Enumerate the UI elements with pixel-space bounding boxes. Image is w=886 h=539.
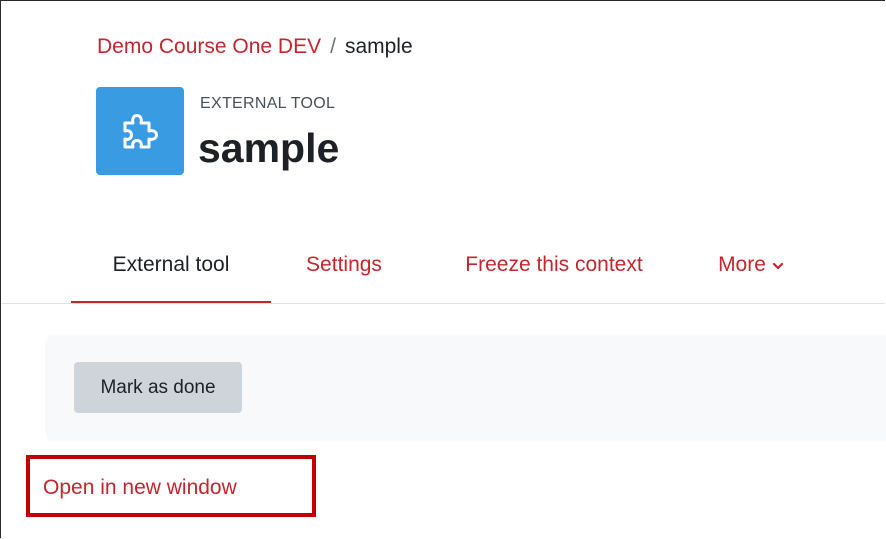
tab-more[interactable]: More	[691, 226, 811, 304]
breadcrumb-separator: /	[330, 35, 336, 58]
tab-external-tool[interactable]: External tool	[71, 226, 271, 304]
tabs-divider	[2, 303, 885, 304]
mark-as-done-button[interactable]: Mark as done	[74, 362, 242, 413]
tab-settings[interactable]: Settings	[271, 226, 417, 304]
puzzle-piece-icon	[123, 114, 158, 149]
tab-freeze-context[interactable]: Freeze this context	[417, 226, 691, 304]
secondary-navigation: External tool Settings Freeze this conte…	[71, 226, 811, 304]
activity-completion-panel: Mark as done	[45, 335, 886, 441]
open-in-new-window-link[interactable]: Open in new window	[43, 476, 237, 500]
page-title: sample	[198, 125, 340, 171]
breadcrumb-course-link[interactable]: Demo Course One DEV	[97, 35, 321, 58]
chevron-down-icon	[772, 262, 784, 270]
page-frame: Demo Course One DEV / sample EXTERNAL TOOL…	[0, 0, 886, 538]
tab-label: More	[718, 253, 766, 276]
tab-label: Freeze this context	[465, 253, 643, 276]
tab-label: External tool	[112, 253, 230, 276]
activity-type-label: EXTERNAL TOOL	[200, 95, 336, 112]
breadcrumb-current: sample	[344, 35, 413, 58]
breadcrumb: Demo Course One DEV / sample	[97, 35, 413, 59]
activity-icon-tile	[96, 87, 184, 175]
tab-label: Settings	[306, 253, 382, 276]
